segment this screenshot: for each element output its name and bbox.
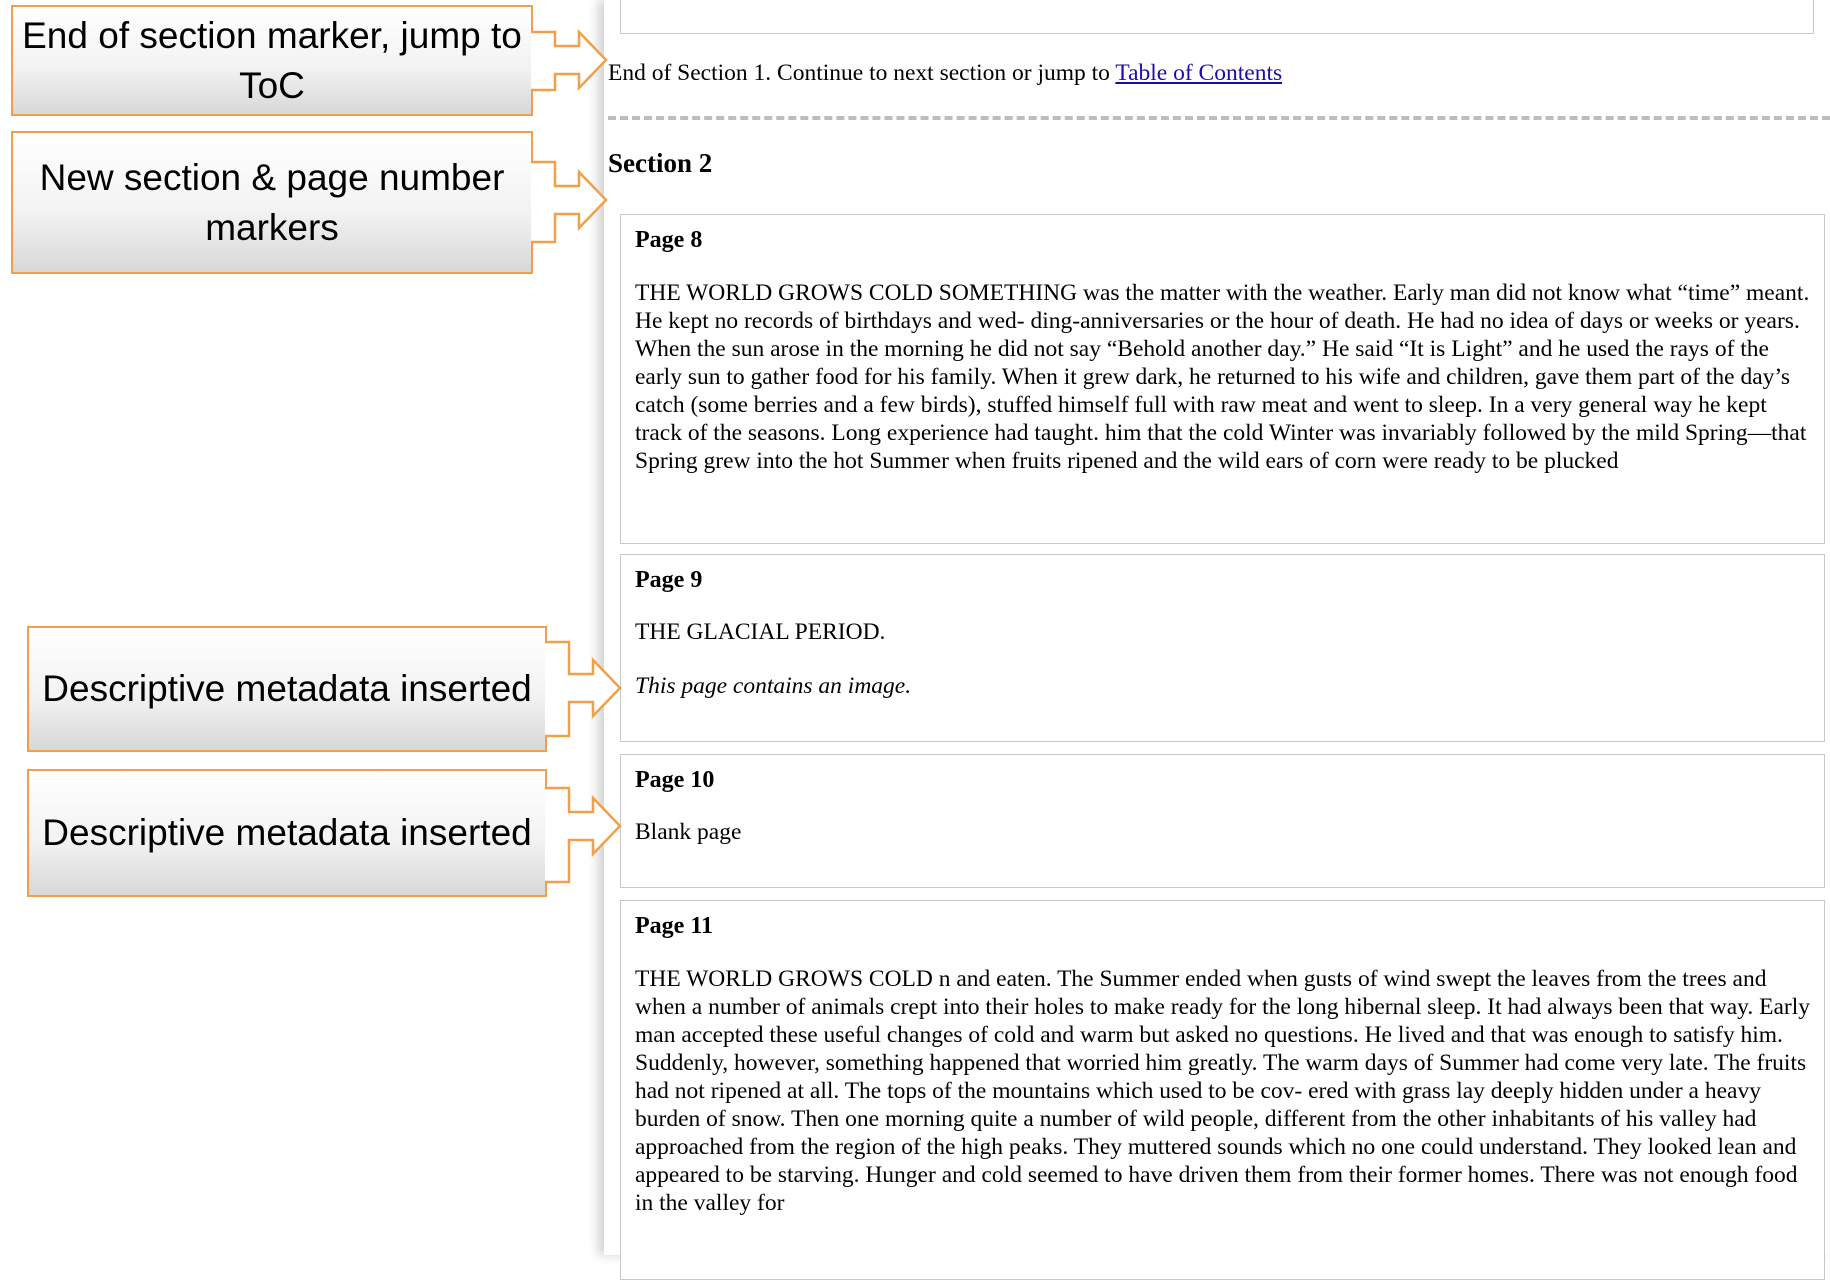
image-metadata-note: This page contains an image.	[635, 673, 912, 699]
page-block-8: Page 8 THE WORLD GROWS COLD SOMETHING wa…	[620, 214, 1825, 544]
callout-section-markers: New section & page number markers	[11, 131, 533, 274]
page-text: THE WORLD GROWS COLD SOMETHING was the m…	[635, 280, 1810, 474]
page-number-label: Page 10	[635, 767, 715, 793]
end-of-section-marker: End of Section 1. Continue to next secti…	[608, 60, 1282, 87]
callout-metadata-blank: Descriptive metadata inserted	[27, 769, 547, 897]
callout-label: Descriptive metadata inserted	[42, 812, 532, 853]
blank-page-note: Blank page	[635, 819, 742, 845]
page-block-9: Page 9 THE GLACIAL PERIOD. This page con…	[620, 554, 1825, 742]
document-page: End of Section 1. Continue to next secti…	[604, 0, 1830, 1280]
section-divider	[608, 116, 1830, 120]
page-number-label: Page 8	[635, 227, 703, 253]
callout-label: End of section marker, jump to ToC	[22, 14, 522, 106]
page-block-10: Page 10 Blank page	[620, 754, 1825, 888]
callout-label: Descriptive metadata inserted	[42, 668, 532, 709]
callout-arrow-icon	[531, 160, 608, 244]
page-block-11: Page 11 THE WORLD GROWS COLD n and eaten…	[620, 900, 1825, 1280]
page-text: THE WORLD GROWS COLD n and eaten. The Su…	[635, 966, 1811, 1216]
section-title: Section 2	[608, 148, 713, 178]
callout-arrow-icon	[545, 786, 622, 884]
callout-arrow-icon	[545, 640, 622, 738]
page-text: THE GLACIAL PERIOD.	[635, 619, 886, 645]
page-number-label: Page 9	[635, 567, 703, 593]
page-number-label: Page 11	[635, 913, 713, 939]
callout-arrow-icon	[531, 28, 608, 92]
previous-page-box	[620, 0, 1814, 34]
end-of-section-text: End of Section 1. Continue to next secti…	[608, 60, 1116, 86]
table-of-contents-link[interactable]: Table of Contents	[1115, 60, 1282, 86]
callout-end-of-section: End of section marker, jump to ToC	[11, 5, 533, 116]
callout-metadata-image: Descriptive metadata inserted	[27, 626, 547, 752]
callout-label: New section & page number markers	[39, 156, 505, 248]
